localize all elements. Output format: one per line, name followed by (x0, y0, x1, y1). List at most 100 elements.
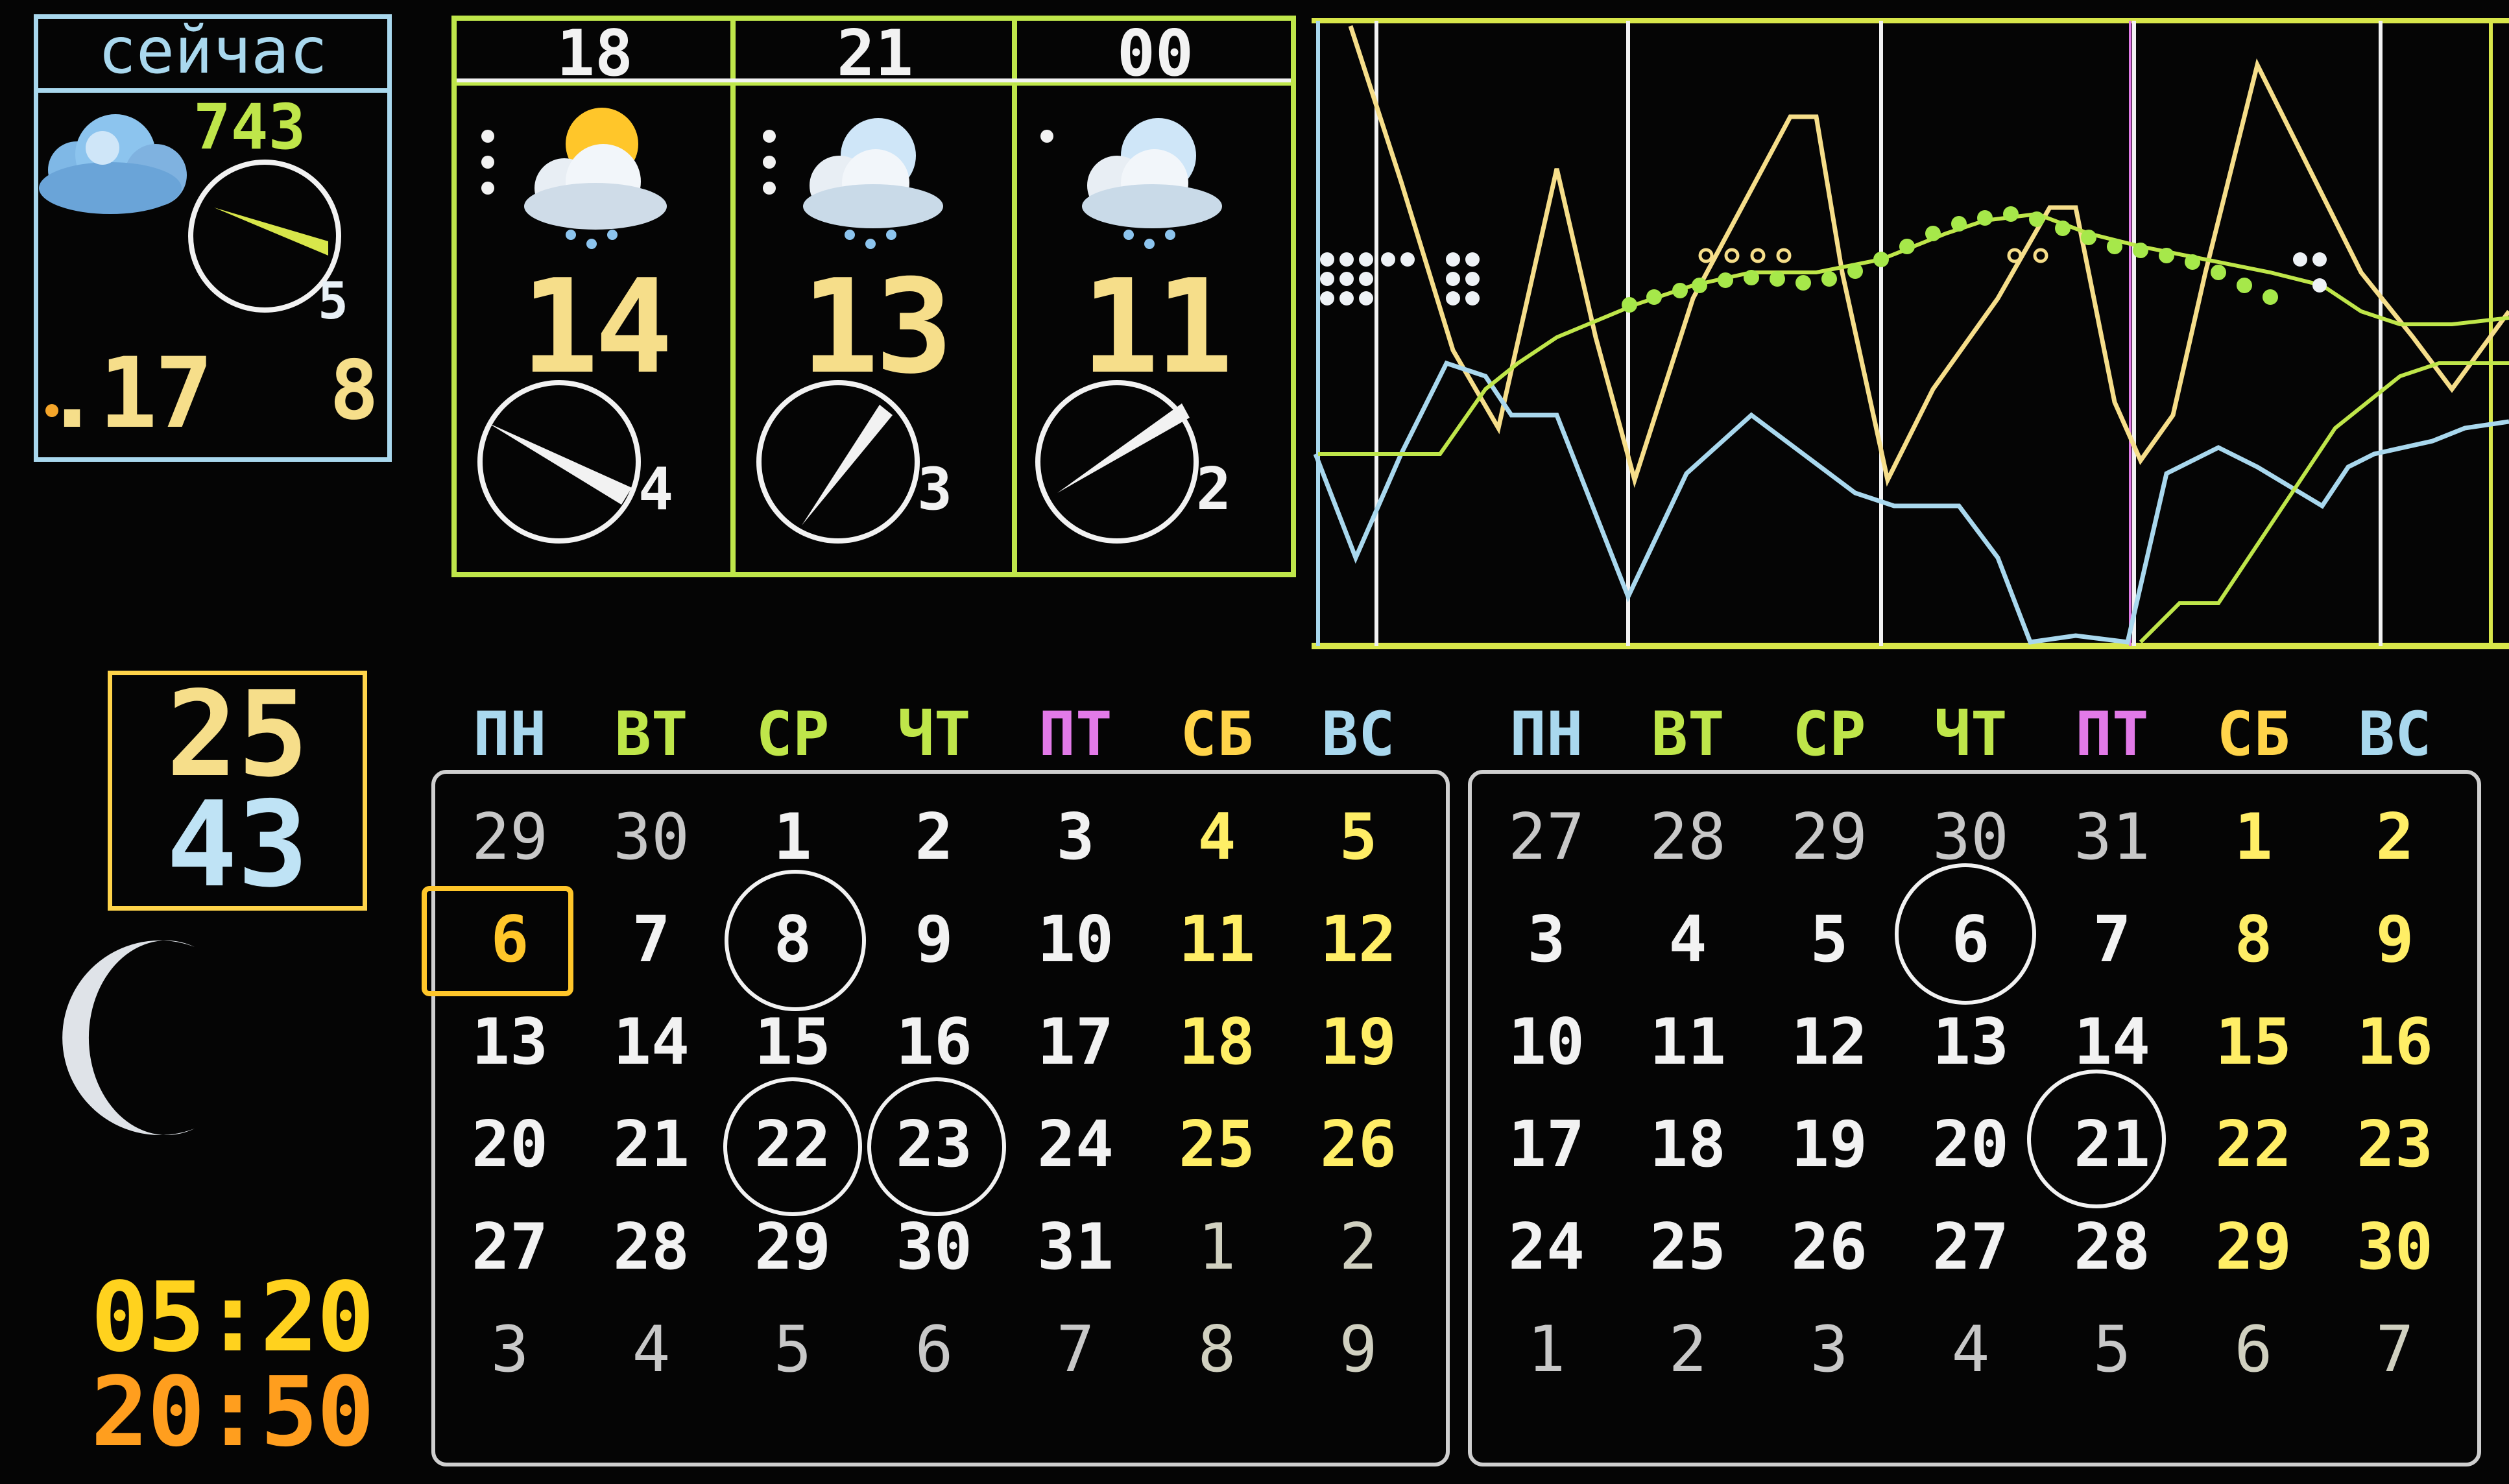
calendar-current-day: 22 (754, 1108, 831, 1182)
calendar-current-day: 2 (915, 800, 954, 874)
calendar-current-day: 19 (1319, 1005, 1397, 1079)
wind-direction-icon (188, 160, 341, 313)
calendar-next-day: 4 (1668, 903, 1707, 977)
calendar-current-day: 20 (471, 1108, 548, 1182)
cloudy-icon (39, 114, 187, 214)
calendar-next-day: 2 (2375, 800, 2414, 874)
calendar-current-day: 5 (773, 1313, 812, 1387)
sunrise-time: 05:20 (91, 1262, 375, 1373)
forecast-hour: 21 (836, 17, 913, 91)
calendar-next-weekday-header: ЧТ (1934, 699, 2008, 770)
calendar-current-day: 1 (1197, 1210, 1236, 1284)
calendar-current-weekday-header: ПН (473, 699, 547, 770)
calendar-current-day: 9 (915, 903, 954, 977)
forecast-wind-speed: 2 (1196, 455, 1232, 523)
calendar-next-day: 7 (2093, 903, 2131, 977)
calendar-next-day: 6 (1951, 903, 1990, 977)
calendar-next-day: 24 (1507, 1210, 1585, 1284)
calendar-current-weekday-header: СБ (1180, 699, 1254, 770)
calendar-current-weekday-header: ВС (1321, 699, 1395, 770)
weather-graph (1312, 18, 2509, 649)
calendar-current-day: 3 (1056, 800, 1095, 874)
calendar-next-day: 21 (2073, 1108, 2150, 1182)
calendar-current-day: 24 (1037, 1108, 1114, 1182)
calendar-next-day: 27 (1932, 1210, 2009, 1284)
sun-cloud-rain-icon (481, 108, 667, 249)
calendar-next-day: 3 (1527, 903, 1566, 977)
calendar-next-day: 31 (2073, 800, 2150, 874)
calendar-current-day: 30 (612, 800, 690, 874)
calendar-current-day: 27 (471, 1210, 548, 1284)
calendar-next-day: 5 (2093, 1313, 2131, 1387)
calendar-next-weekday-header: СБ (2216, 699, 2290, 770)
day-length-lower: 43 (166, 776, 309, 913)
forecast-wind-speed: 3 (917, 455, 953, 523)
calendar-current-weekday-header: СР (756, 699, 830, 770)
calendar-current-day: 7 (632, 903, 671, 977)
calendar-next-day: 6 (2234, 1313, 2273, 1387)
calendar-current-day: 26 (1319, 1108, 1397, 1182)
calendar-next-day: 29 (1790, 800, 1867, 874)
calendar-next-day: 17 (1507, 1108, 1585, 1182)
wind-direction-icon (477, 380, 641, 544)
calendar-current-day: 15 (754, 1005, 831, 1079)
calendar-next-day: 26 (1790, 1210, 1867, 1284)
calendar-next-weekday-header: ВС (2358, 699, 2432, 770)
calendar-next-weekday-header: ПН (1509, 699, 1583, 770)
calendar-next-day: 2 (1668, 1313, 1707, 1387)
calendar-next-day: 28 (2073, 1210, 2150, 1284)
wind-direction-icon (756, 380, 920, 544)
calendar-current-day: 21 (612, 1108, 690, 1182)
calendar-next-day: 1 (2234, 800, 2273, 874)
calendar-next-day: 23 (2356, 1108, 2433, 1182)
calendar-next-day: 9 (2375, 903, 2414, 977)
calendar-current-day: 5 (1339, 800, 1378, 874)
calendar-next-day: 7 (2375, 1313, 2414, 1387)
calendar-current-day: 18 (1178, 1005, 1255, 1079)
calendar-next-day: 13 (1932, 1005, 2009, 1079)
calendar-current-day: 29 (471, 800, 548, 874)
forecast-wind-speed: 4 (638, 455, 674, 523)
forecast-temperature: 11 (1081, 252, 1234, 403)
calendar-next-weekday-header: СР (1792, 699, 1866, 770)
calendar-next-day: 22 (2215, 1108, 2292, 1182)
sunset-time: 20:50 (91, 1356, 375, 1468)
calendar-current-day: 3 (490, 1313, 529, 1387)
forecast-hour: 18 (556, 17, 633, 91)
calendar-next-day: 12 (1790, 1005, 1867, 1079)
moon-cloud-rain-icon (763, 118, 943, 249)
calendar-next-day: 20 (1932, 1108, 2009, 1182)
calendar-current-day: 14 (612, 1005, 690, 1079)
calendar-next-day: 3 (1810, 1313, 1849, 1387)
calendar-next-day: 28 (1649, 800, 1726, 874)
calendar-next-day: 4 (1951, 1313, 1990, 1387)
calendar-next-day: 30 (2356, 1210, 2433, 1284)
calendar-current-day: 4 (1197, 800, 1236, 874)
wind-direction-icon (1035, 380, 1199, 544)
calendar-current-day: 16 (895, 1005, 972, 1079)
calendar-current-day: 8 (1197, 1313, 1236, 1387)
calendar-current-day: 17 (1037, 1005, 1114, 1079)
calendar-next-day: 10 (1507, 1005, 1585, 1079)
moon-phase-icon (62, 940, 195, 1136)
calendar-current-day: 11 (1178, 903, 1255, 977)
calendar-current-day: 23 (895, 1108, 972, 1182)
calendar-next-day: 19 (1790, 1108, 1867, 1182)
calendar-next-day: 16 (2356, 1005, 2433, 1079)
calendar-current-day: 28 (612, 1210, 690, 1284)
calendar-current-day: 12 (1319, 903, 1397, 977)
calendar-current-day: 30 (895, 1210, 972, 1284)
calendar-current-weekday-header: ЧТ (897, 699, 971, 770)
current-humidity: 8 (330, 342, 379, 438)
calendar-next-day: 1 (1527, 1313, 1566, 1387)
calendar-next-day: 25 (1649, 1210, 1726, 1284)
calendar-next-day: 15 (2215, 1005, 2292, 1079)
forecast-temperature: 14 (520, 252, 673, 403)
current-temperature: .17 (43, 337, 213, 450)
current-wind-speed: 5 (318, 272, 348, 331)
calendar-next-day: 5 (1810, 903, 1849, 977)
moon-cloud-rain-icon (1040, 118, 1222, 249)
calendar-next-day: 8 (2234, 903, 2273, 977)
calendar-next-day: 14 (2073, 1005, 2150, 1079)
current-pressure: 743 (193, 91, 306, 163)
